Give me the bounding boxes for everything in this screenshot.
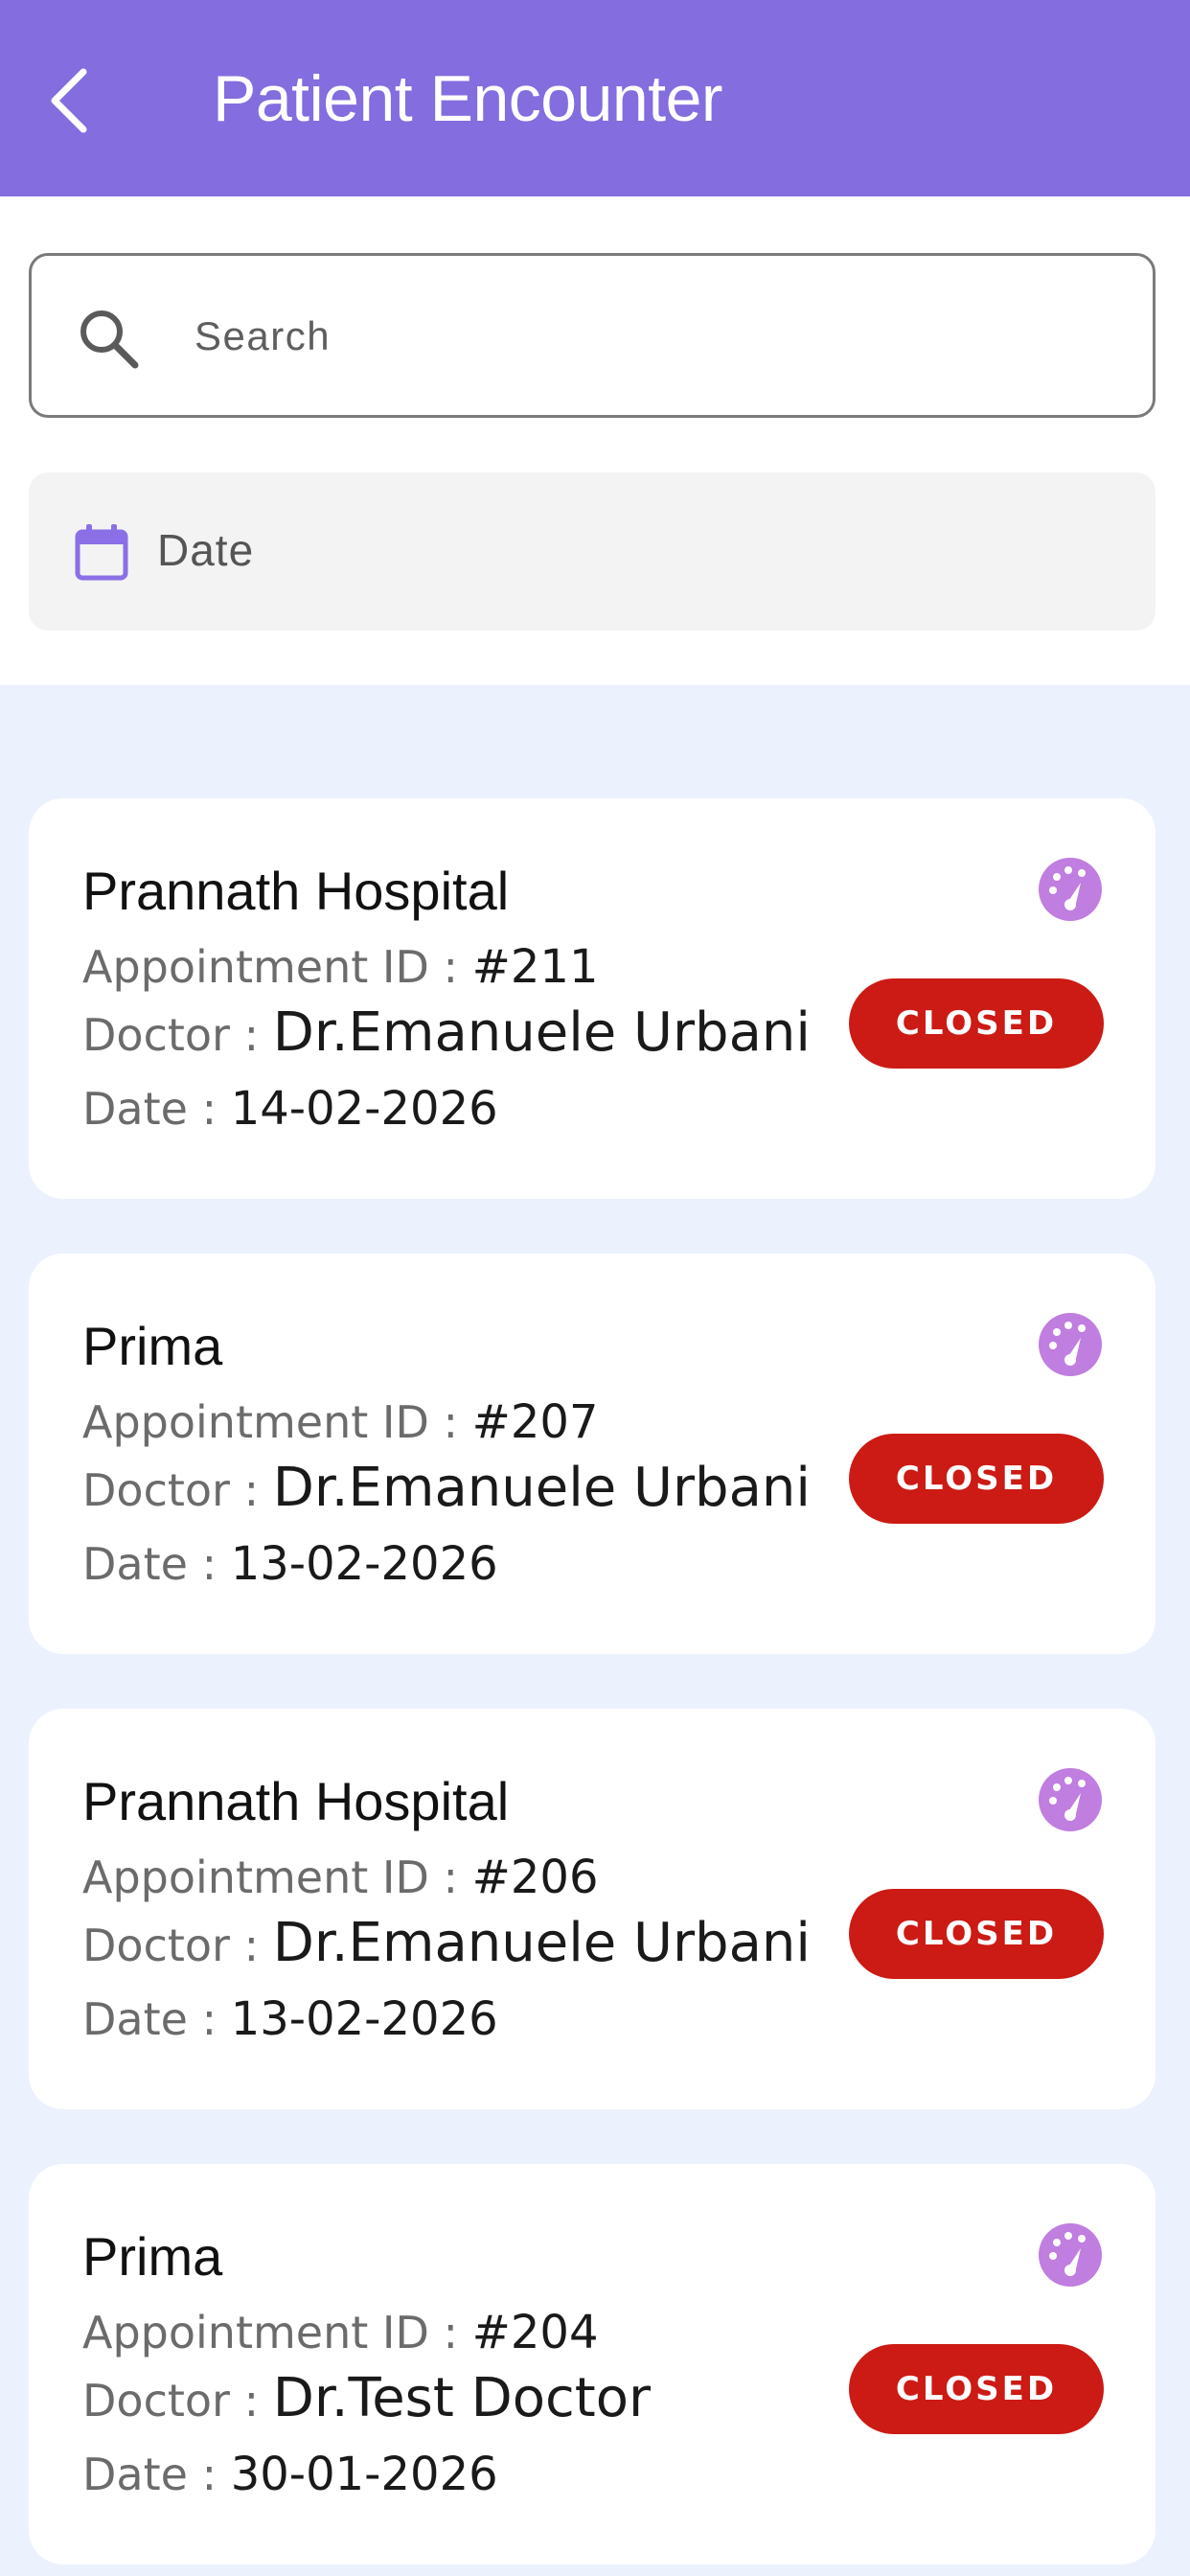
date-value: 14-02-2026 xyxy=(230,1082,498,1136)
appointment-id-value: #211 xyxy=(471,940,599,994)
appointment-id-label: Appointment ID : xyxy=(82,2307,472,2358)
search-icon xyxy=(80,310,139,369)
doctor-label: Doctor : xyxy=(82,2375,273,2426)
appointment-id-row: Appointment ID : #207 xyxy=(82,1395,598,1449)
doctor-row: Doctor : Dr.Emanuele Urbani xyxy=(82,1001,811,1064)
doctor-row: Doctor : Dr.Emanuele Urbani xyxy=(82,1457,811,1519)
date-label: Date : xyxy=(82,1993,231,2045)
dashboard-gauge-icon[interactable] xyxy=(1037,1766,1104,1833)
hospital-name: Prima xyxy=(82,2226,223,2287)
doctor-value: Dr.Emanuele Urbani xyxy=(272,1912,811,1974)
dashboard-gauge-icon[interactable] xyxy=(1037,2221,1104,2288)
doctor-value: Dr.Emanuele Urbani xyxy=(272,1001,811,1064)
status-badge: CLOSED xyxy=(849,1889,1104,1979)
search-box[interactable] xyxy=(29,253,1156,418)
date-filter-label: Date xyxy=(157,525,255,575)
date-row: Date : 13-02-2026 xyxy=(82,1992,498,2046)
search-input[interactable] xyxy=(195,294,1114,379)
date-value: 30-01-2026 xyxy=(230,2448,498,2501)
encounter-card[interactable]: Prima Appointment ID : #204 Doctor : Dr.… xyxy=(29,2164,1156,2564)
date-value: 13-02-2026 xyxy=(230,1992,498,2046)
date-label: Date : xyxy=(82,1538,231,1590)
filter-panel: Date xyxy=(0,196,1190,685)
status-badge: CLOSED xyxy=(849,2344,1104,2434)
date-label: Date : xyxy=(82,2449,231,2500)
hospital-name: Prima xyxy=(82,1316,223,1376)
calendar-icon xyxy=(75,524,128,581)
doctor-row: Doctor : Dr.Test Doctor xyxy=(82,2367,651,2429)
date-row: Date : 14-02-2026 xyxy=(82,1082,498,1136)
doctor-value: Dr.Test Doctor xyxy=(272,2367,651,2429)
chevron-left-icon xyxy=(51,68,87,133)
encounter-card[interactable]: Prannath Hospital Appointment ID : #211 … xyxy=(29,798,1156,1199)
doctor-label: Doctor : xyxy=(82,1464,273,1516)
appointment-id-row: Appointment ID : #206 xyxy=(82,1851,598,1904)
page-title: Patient Encounter xyxy=(213,62,723,135)
date-row: Date : 30-01-2026 xyxy=(82,2448,498,2501)
appointment-id-label: Appointment ID : xyxy=(82,941,472,993)
appointment-id-row: Appointment ID : #204 xyxy=(82,2306,598,2359)
date-filter[interactable]: Date xyxy=(29,472,1156,631)
date-value: 13-02-2026 xyxy=(230,1537,498,1591)
status-badge: CLOSED xyxy=(849,978,1104,1069)
encounter-list: Prannath Hospital Appointment ID : #211 … xyxy=(0,685,1190,2576)
status-badge: CLOSED xyxy=(849,1434,1104,1524)
doctor-row: Doctor : Dr.Emanuele Urbani xyxy=(82,1912,811,1974)
appointment-id-label: Appointment ID : xyxy=(82,1396,472,1448)
appointment-id-value: #204 xyxy=(471,2306,599,2359)
hospital-name: Prannath Hospital xyxy=(82,861,510,921)
dashboard-gauge-icon[interactable] xyxy=(1037,856,1104,923)
doctor-label: Doctor : xyxy=(82,1009,273,1061)
hospital-name: Prannath Hospital xyxy=(82,1771,510,1831)
appointment-id-row: Appointment ID : #211 xyxy=(82,940,598,994)
dashboard-gauge-icon[interactable] xyxy=(1037,1311,1104,1378)
appointment-id-label: Appointment ID : xyxy=(82,1852,472,1903)
appointment-id-value: #207 xyxy=(471,1395,599,1449)
encounter-card[interactable]: Prannath Hospital Appointment ID : #206 … xyxy=(29,1709,1156,2109)
back-button[interactable] xyxy=(38,58,98,144)
date-row: Date : 13-02-2026 xyxy=(82,1537,498,1591)
encounter-card[interactable]: Prima Appointment ID : #207 Doctor : Dr.… xyxy=(29,1254,1156,1654)
date-label: Date : xyxy=(82,1083,231,1135)
appointment-id-value: #206 xyxy=(471,1851,599,1904)
doctor-label: Doctor : xyxy=(82,1920,273,1971)
doctor-value: Dr.Emanuele Urbani xyxy=(272,1457,811,1519)
app-bar: Patient Encounter xyxy=(0,0,1190,196)
